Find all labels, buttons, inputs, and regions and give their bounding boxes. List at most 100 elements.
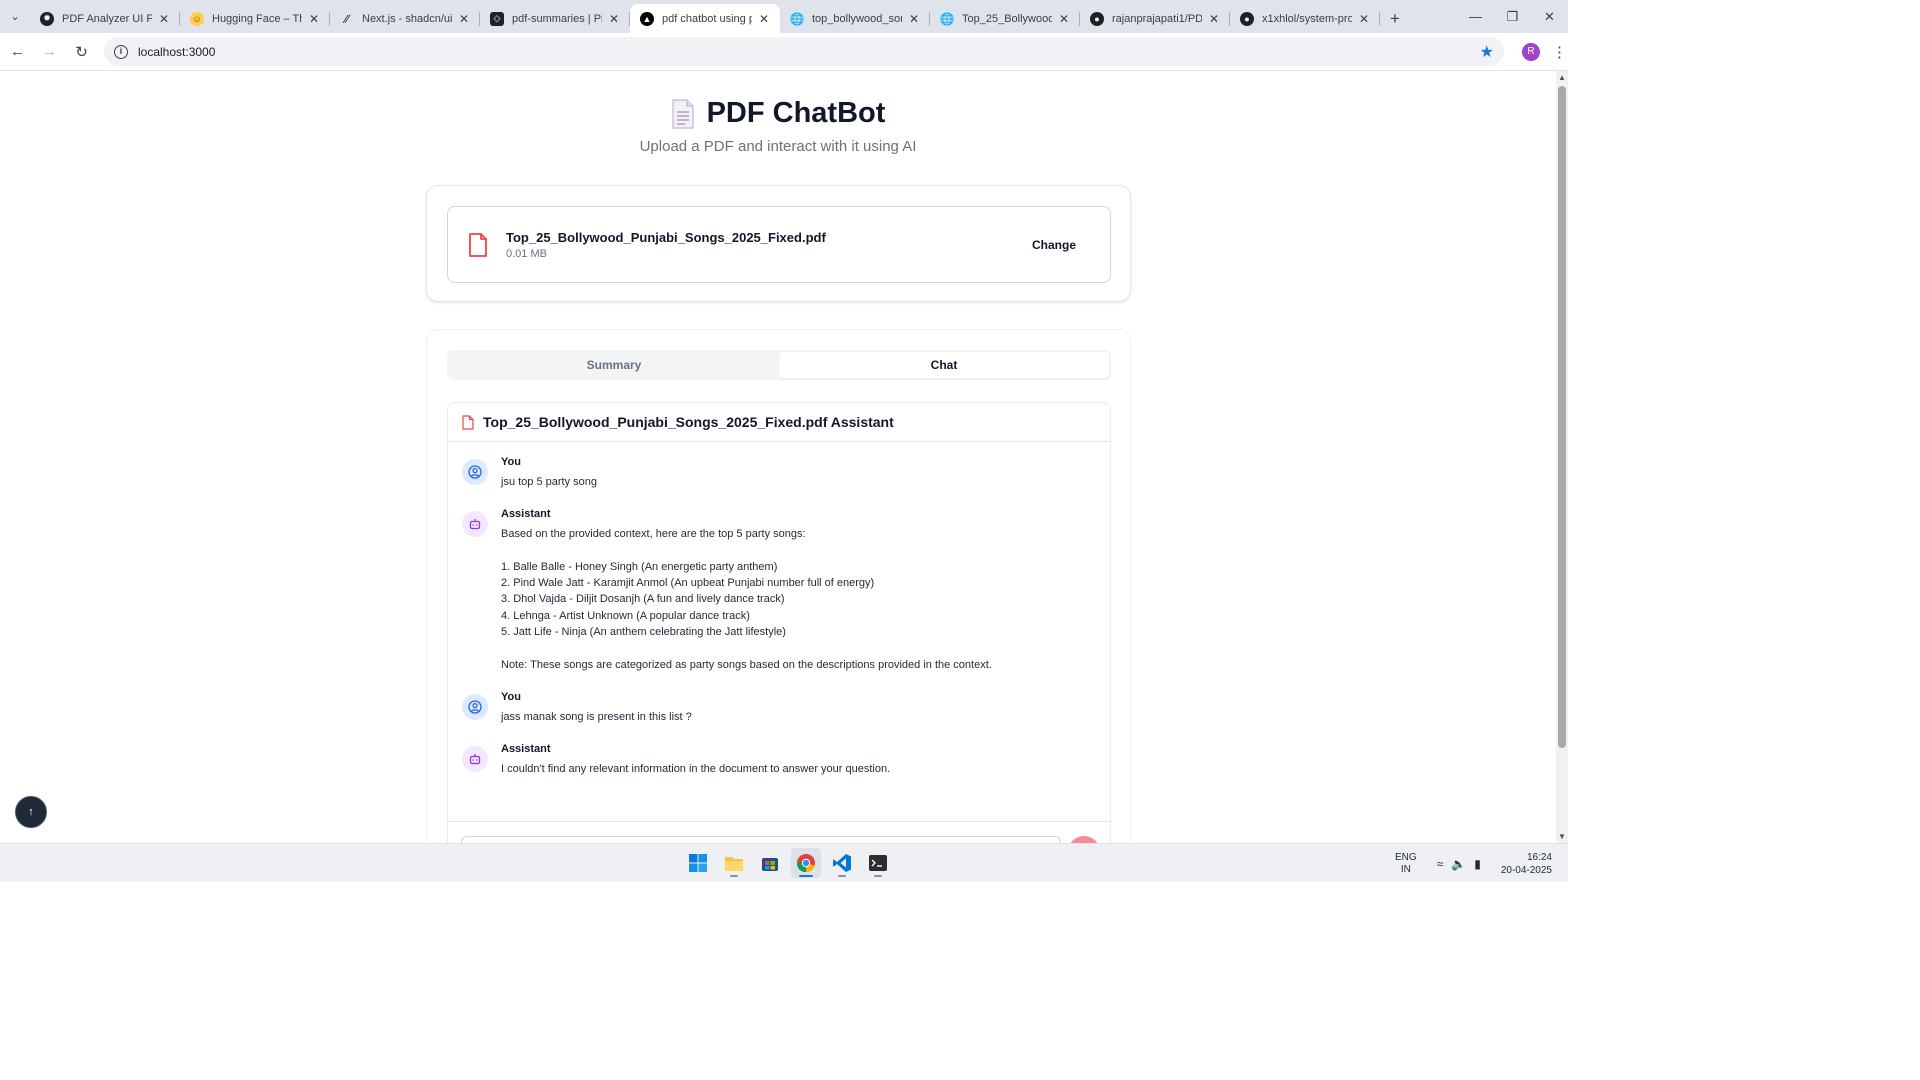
browser-toolbar: ← → ↻ i localhost:3000 ★ R ⋮	[0, 33, 1568, 71]
chrome-icon[interactable]	[791, 848, 821, 878]
profile-avatar[interactable]: R	[1522, 42, 1540, 61]
message-body: Assistant Based on the provided context,…	[501, 508, 1096, 673]
send-button[interactable]	[1068, 836, 1100, 843]
new-tab-plus-icon[interactable]: +	[1380, 4, 1410, 33]
system-tray: ENG IN ≈ 🔈 ▮ 16:24 20-04-2025	[1395, 844, 1568, 883]
chat-message-assistant: Assistant I couldn't find any relevant i…	[462, 743, 1096, 777]
close-tab-icon[interactable]: ✕	[1056, 12, 1072, 26]
github-icon: ●	[1090, 11, 1104, 26]
running-indicator	[874, 875, 882, 877]
browser-tab-title: rajanprajapati1/PDF-	[1112, 12, 1202, 25]
bot-avatar-icon	[462, 746, 488, 773]
browser-tab-title: x1xhlol/system-prompts	[1262, 12, 1352, 25]
file-explorer-icon[interactable]	[719, 848, 749, 878]
close-tab-icon[interactable]: ✕	[156, 12, 172, 26]
page-subtitle: Upload a PDF and interact with it using …	[639, 138, 917, 155]
close-tab-icon[interactable]: ✕	[756, 12, 772, 26]
message-body: You jass manak song is present in this l…	[501, 691, 1096, 725]
close-tab-icon[interactable]: ✕	[306, 12, 322, 26]
terminal-icon[interactable]	[863, 848, 893, 878]
message-text: Based on the provided context, here are …	[501, 528, 992, 671]
close-tab-icon[interactable]: ✕	[906, 12, 922, 26]
close-tab-icon[interactable]: ✕	[1206, 12, 1222, 26]
message-list: You jsu top 5 party song Assistant Based…	[448, 442, 1110, 778]
close-tab-icon[interactable]: ✕	[1356, 12, 1372, 26]
scrollbar-thumb[interactable]	[1558, 86, 1566, 748]
page-scrollbar[interactable]: ▲ ▼	[1556, 71, 1568, 843]
tab-search-chevron-icon[interactable]: ⌄	[0, 0, 30, 33]
volume-icon: 🔈	[1451, 856, 1467, 871]
chatgpt-icon: ✹	[40, 11, 54, 26]
close-tab-icon[interactable]: ✕	[606, 12, 622, 26]
bookmark-star-icon[interactable]: ★	[1480, 42, 1494, 62]
input-language[interactable]: ENG IN	[1395, 852, 1417, 876]
url-text[interactable]: localhost:3000	[138, 45, 1480, 59]
change-file-button[interactable]: Change	[1018, 232, 1090, 258]
message-sender: Assistant	[501, 508, 551, 521]
message-text: jsu top 5 party song	[501, 476, 598, 488]
windows-start-icon[interactable]	[683, 848, 713, 878]
address-bar[interactable]: i localhost:3000 ★	[104, 37, 1504, 66]
user-avatar-icon	[462, 693, 488, 720]
scroll-down-arrow-icon[interactable]: ▼	[1558, 832, 1566, 841]
title-row: PDF ChatBot	[0, 97, 1556, 130]
browser-tab-strip: ⌄ ✹ PDF Analyzer UI Fix ✕ ☺ Hugging Face…	[0, 0, 1568, 33]
chat-header: Top_25_Bollywood_Punjabi_Songs_2025_Fixe…	[448, 403, 1110, 442]
scroll-up-arrow-icon[interactable]: ▲	[1558, 73, 1566, 82]
globe-icon: 🌐	[789, 11, 805, 26]
vscode-icon[interactable]	[827, 848, 857, 878]
clock[interactable]: 16:24 20-04-2025	[1501, 851, 1552, 877]
running-indicator	[838, 875, 846, 877]
mode-tabs: Summary Chat	[447, 350, 1111, 380]
browser-tab[interactable]: ☺ Hugging Face – The AI ✕	[180, 4, 330, 33]
close-window-icon[interactable]: ✕	[1531, 0, 1568, 33]
close-tab-icon[interactable]: ✕	[456, 12, 472, 26]
message-text: jass manak song is present in this list …	[501, 710, 692, 723]
clock-time: 16:24	[1526, 851, 1552, 863]
pinecone-icon: ◇	[490, 11, 504, 26]
vercel-icon: ▲	[640, 11, 654, 26]
browser-tab[interactable]: ● rajanprajapati1/PDF- ✕	[1080, 4, 1230, 33]
message-sender: Assistant	[501, 743, 551, 756]
huggingface-icon: ☺	[190, 11, 204, 26]
browser-menu-icon[interactable]: ⋮	[1552, 43, 1567, 61]
back-arrow-icon[interactable]: ←	[3, 37, 32, 66]
tray-icons[interactable]: ≈ 🔈 ▮	[1437, 857, 1481, 871]
browser-tab[interactable]: ● x1xhlol/system-prompts ✕	[1230, 4, 1380, 33]
browser-tab[interactable]: 🌐 Top_25_Bollywood_Punjabi ✕	[930, 4, 1080, 33]
browser-tab[interactable]: ◇ pdf-summaries | Pinecone ✕	[480, 4, 630, 33]
forward-arrow-icon[interactable]: →	[35, 37, 64, 66]
chat-message-user: You jass manak song is present in this l…	[462, 691, 1096, 725]
tab-chat[interactable]: Chat	[779, 352, 1109, 378]
tab-summary[interactable]: Summary	[449, 352, 779, 378]
browser-tab[interactable]: ✹ PDF Analyzer UI Fix ✕	[30, 4, 180, 33]
site-info-icon[interactable]: i	[114, 44, 128, 59]
browser-tab-title: Next.js - shadcn/ui	[362, 12, 452, 25]
chat-message-assistant: Assistant Based on the provided context,…	[462, 508, 1096, 673]
tab-list: ✹ PDF Analyzer UI Fix ✕ ☺ Hugging Face –…	[30, 0, 1410, 33]
dev-tools-indicator-button[interactable]: ↑	[15, 796, 47, 828]
window-controls: — ❐ ✕	[1457, 0, 1568, 33]
chat-message-input[interactable]	[461, 836, 1061, 843]
language-code: ENG	[1395, 851, 1417, 863]
region-code: IN	[1400, 863, 1411, 875]
page-viewport: PDF ChatBot Upload a PDF and interact wi…	[0, 71, 1556, 843]
browser-tab[interactable]: 🌐 top_bollywood_songs ✕	[780, 4, 930, 33]
browser-tab-title: top_bollywood_songs	[812, 12, 902, 25]
pdf-file-icon	[462, 414, 474, 430]
reload-icon[interactable]: ↻	[67, 37, 96, 66]
taskbar-apps	[683, 848, 893, 878]
document-icon	[671, 98, 694, 129]
github-icon: ●	[1240, 11, 1254, 26]
file-info: Top_25_Bollywood_Punjabi_Songs_2025_Fixe…	[506, 230, 1018, 260]
restore-icon[interactable]: ❐	[1494, 0, 1531, 33]
chat-title: Top_25_Bollywood_Punjabi_Songs_2025_Fixe…	[483, 414, 894, 430]
minimize-icon[interactable]: —	[1457, 0, 1494, 33]
browser-tab[interactable]: ∕∕ Next.js - shadcn/ui ✕	[330, 4, 480, 33]
browser-tab-active[interactable]: ▲ pdf chatbot using pinecone ✕	[630, 4, 780, 33]
globe-icon: 🌐	[939, 11, 955, 26]
microsoft-store-icon[interactable]	[755, 848, 785, 878]
message-sender: You	[501, 690, 521, 703]
browser-tab-title: Hugging Face – The AI	[212, 12, 302, 25]
chat-input-row	[448, 821, 1112, 843]
